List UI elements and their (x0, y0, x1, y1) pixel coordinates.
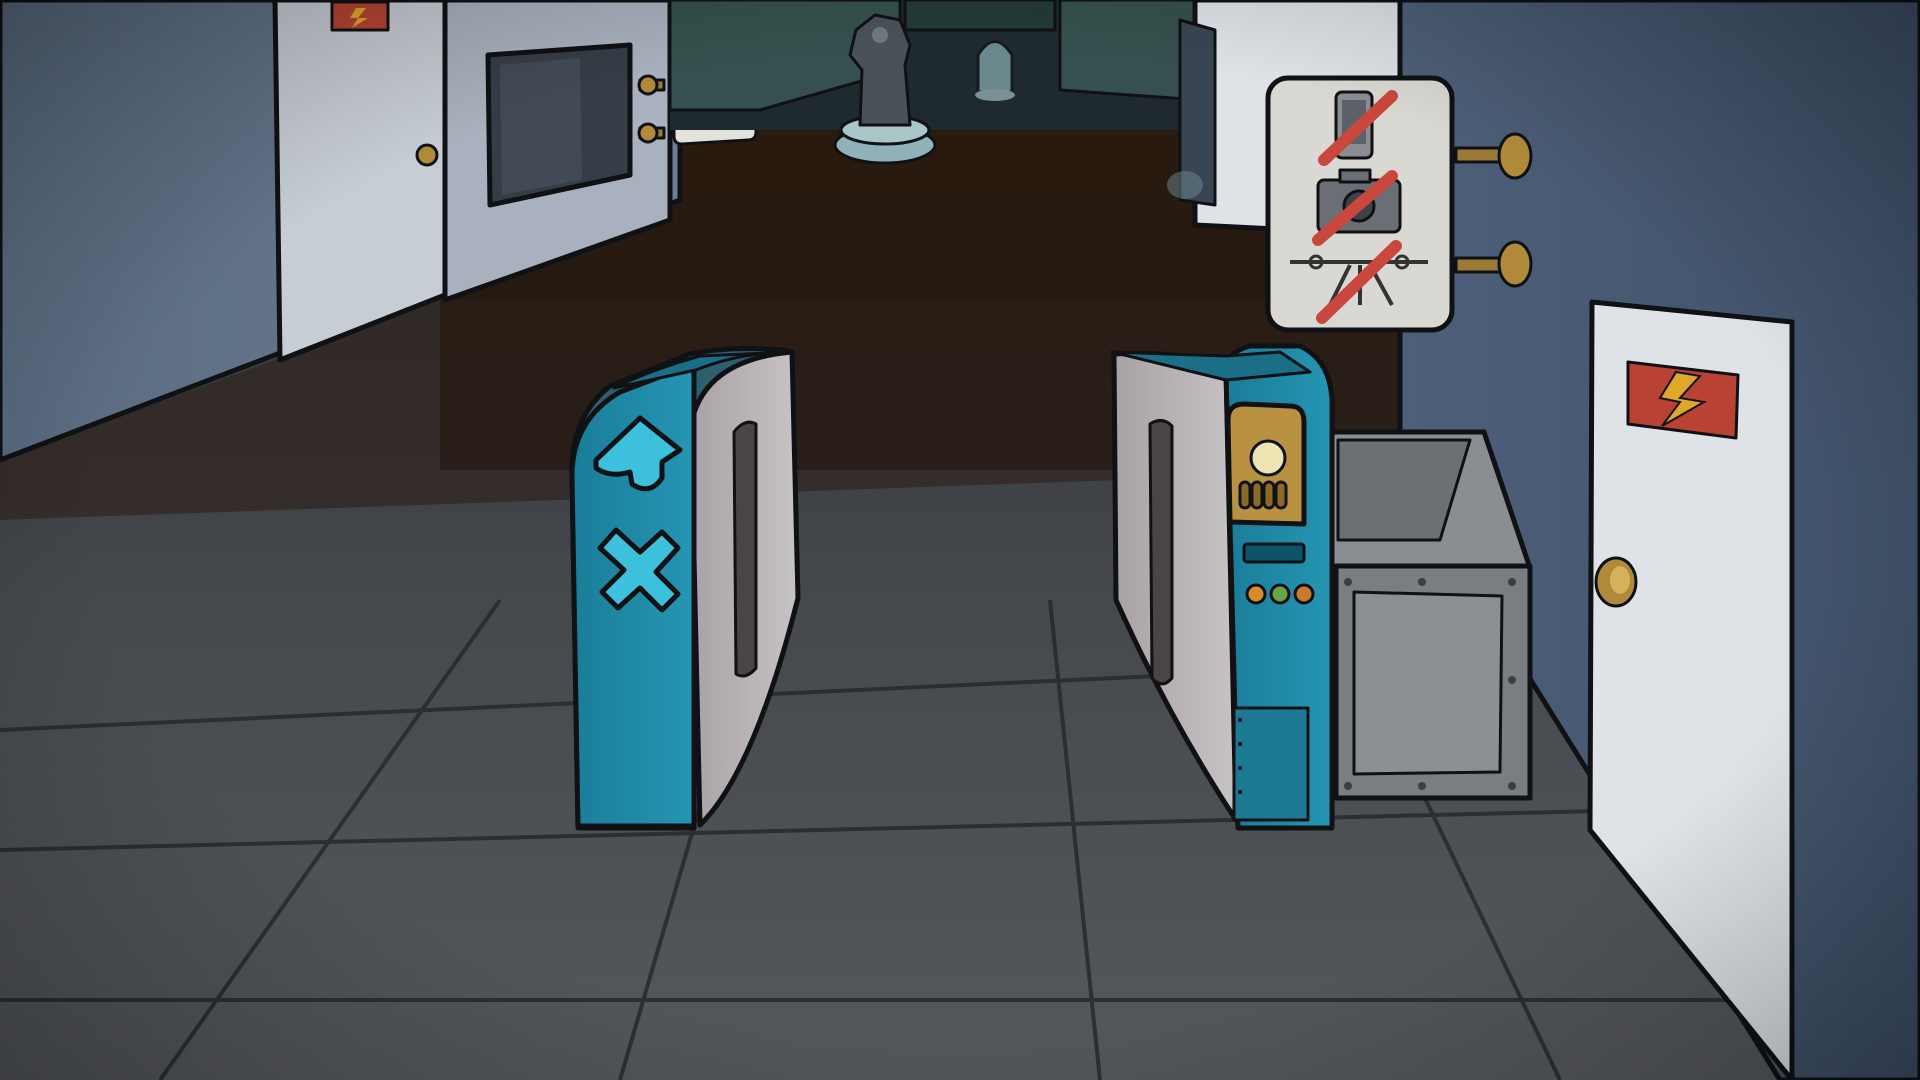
vignette (0, 0, 1920, 1080)
game-scene (0, 0, 1920, 1080)
scene-canvas (0, 0, 1920, 1080)
